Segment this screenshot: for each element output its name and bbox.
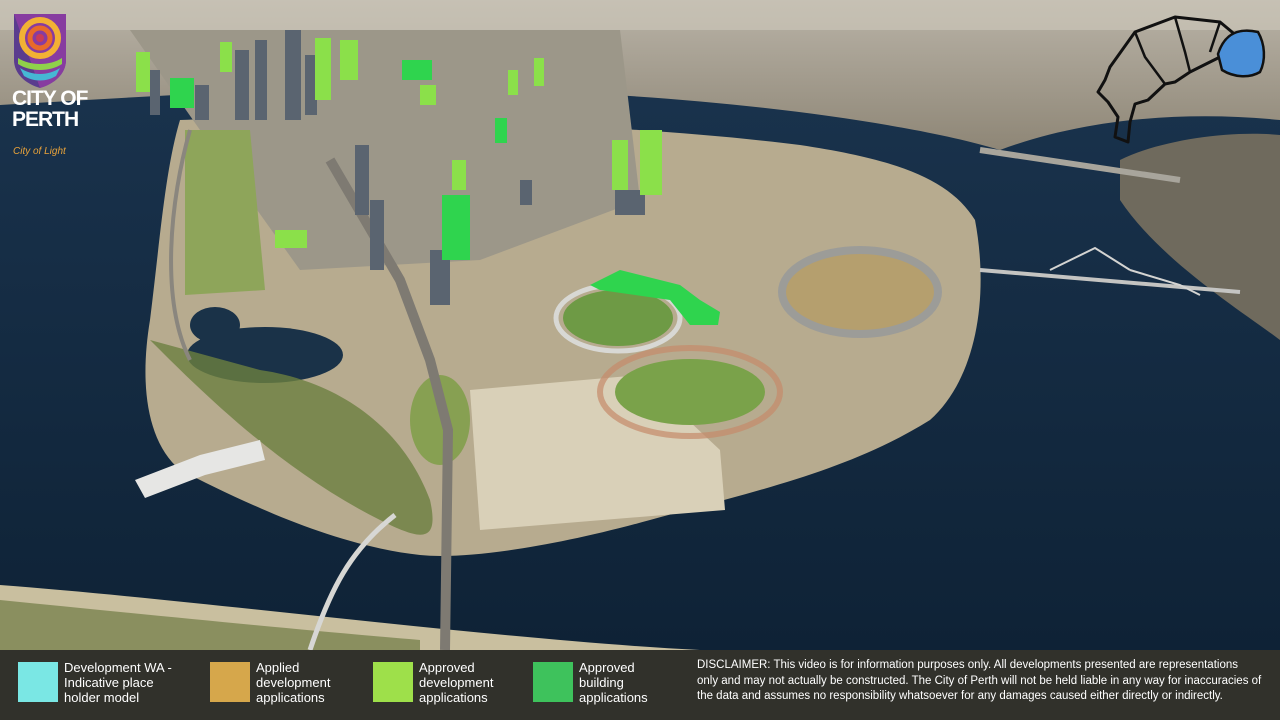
- legend-label: Approved building applications: [579, 660, 648, 705]
- disclaimer-text: DISCLAIMER: This video is for informatio…: [697, 659, 1262, 702]
- legend-item-approved-building: Approved building applications: [533, 660, 683, 710]
- legend-label: Approved development applications: [419, 660, 494, 705]
- city-of-perth-logo-icon: [14, 14, 66, 88]
- aerial-map-scene: [0, 0, 1280, 720]
- legend-item-applied-development: Applied development applications: [210, 660, 360, 710]
- legend-swatch-applied-development: [210, 662, 250, 702]
- legend-label: Development WA - Indicative place holder…: [64, 660, 172, 705]
- locator-minimap-icon: [1096, 15, 1266, 144]
- waca-oval: [615, 359, 765, 425]
- legend-swatch-development-wa: [18, 662, 58, 702]
- legend-bar: Development WA - Indicative place holder…: [0, 650, 1280, 720]
- stadium-oval: [563, 290, 673, 346]
- city-tagline: City of Light: [13, 146, 66, 157]
- legend-swatch-approved-building: [533, 662, 573, 702]
- legend-label: Applied development applications: [256, 660, 331, 705]
- legend-item-development-wa: Development WA - Indicative place holder…: [18, 660, 188, 710]
- legend-item-approved-development: Approved development applications: [373, 660, 523, 710]
- city-name: CITY OF PERTH: [12, 87, 88, 131]
- legend-swatch-approved-development: [373, 662, 413, 702]
